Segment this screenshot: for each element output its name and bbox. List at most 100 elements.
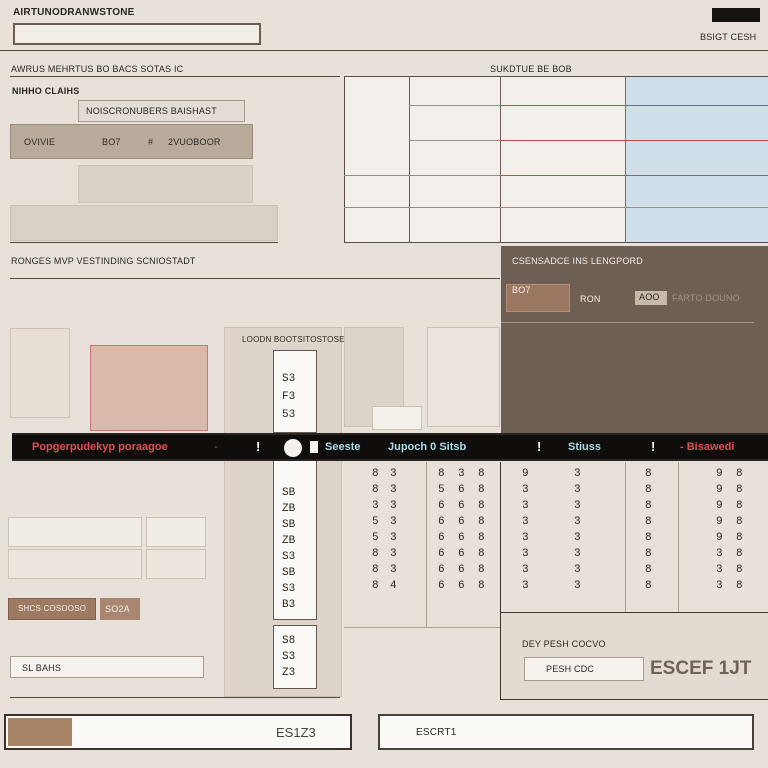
table-cell: 9 <box>716 516 723 528</box>
app-title: AIRTUNODRANWSTONE <box>13 7 135 18</box>
mid-header-rule <box>10 278 500 279</box>
table-cell: 3 <box>390 532 397 544</box>
table-cell: 9 <box>716 500 723 512</box>
table-col-2: 3 3 3 3 3 3 3 4 <box>390 466 397 594</box>
code-item[interactable]: SB <box>282 517 295 533</box>
table-cell: 3 <box>522 500 529 512</box>
code-item[interactable]: S3 <box>282 370 295 388</box>
code-item[interactable]: S3 <box>282 549 295 565</box>
table-cell: 3 <box>522 564 529 576</box>
table-cell: 8 <box>372 468 379 480</box>
table-col-8: 8 8 8 8 8 8 8 8 <box>645 466 652 594</box>
table-cell: 8 <box>478 500 485 512</box>
table-cell: 8 <box>478 564 485 576</box>
table-cell: 6 <box>458 500 465 512</box>
code-item[interactable]: S3 <box>282 581 295 597</box>
dark-panel-mid: RON <box>580 294 601 304</box>
left-row-col1: OVIVIE <box>24 137 56 147</box>
highlight-section-2[interactable]: Jupoch 0 Sitsb <box>388 441 466 453</box>
left-row-col3: # <box>148 137 154 147</box>
search-input[interactable] <box>13 23 261 45</box>
table-cell: 4 <box>390 580 397 592</box>
lower-right-label: DEY PESH COCVO <box>522 639 606 649</box>
record-dot-icon[interactable] <box>284 439 302 457</box>
table-cell: 8 <box>736 516 743 528</box>
table-cell: 9 <box>522 468 529 480</box>
highlight-section-1[interactable]: Seeste <box>325 441 360 453</box>
table-col-1: 8 8 3 5 5 8 8 8 <box>372 466 379 594</box>
table-cell: 8 <box>736 500 743 512</box>
code-item[interactable]: Z3 <box>282 665 295 681</box>
table-cell: 3 <box>390 468 397 480</box>
table-cell: 6 <box>458 516 465 528</box>
lower-right-side-text: ESCEF 1JT <box>650 658 752 679</box>
table-col-10: 8 8 8 8 8 8 8 8 <box>736 466 743 594</box>
table-cell: 5 <box>372 532 379 544</box>
table-cell: 3 <box>458 468 465 480</box>
code-item[interactable]: 53 <box>282 406 295 424</box>
dark-panel <box>501 246 768 438</box>
top-grid-hline-6 <box>500 175 768 176</box>
left-panel-top-rule <box>10 76 340 77</box>
table-cell: 8 <box>372 484 379 496</box>
top-grid-vline-3 <box>625 76 626 243</box>
table-cell: 3 <box>372 500 379 512</box>
table-bottom-rule <box>344 627 500 628</box>
code-item[interactable]: B3 <box>282 597 295 613</box>
table-cell: 3 <box>574 468 581 480</box>
code-item[interactable]: SB <box>282 565 295 581</box>
header-black-block[interactable] <box>712 8 760 22</box>
table-cell: 8 <box>478 548 485 560</box>
table-cell: 6 <box>438 532 445 544</box>
table-cell: 8 <box>478 484 485 496</box>
dark-panel-tag-text: FARTO DOUNO <box>672 293 740 303</box>
code-item[interactable]: ZB <box>282 533 295 549</box>
table-cell: 3 <box>716 548 723 560</box>
highlight-section-3[interactable]: Stiuss <box>568 441 601 453</box>
table-cell: 3 <box>716 580 723 592</box>
code-list-top-items: S3 F3 53 <box>282 370 295 424</box>
code-item[interactable]: F3 <box>282 388 295 406</box>
left-row-col4: 2VUOBOOR <box>168 137 221 147</box>
code-item[interactable]: S8 <box>282 633 295 649</box>
lower-left-rule <box>10 697 340 698</box>
table-cell: 8 <box>645 564 652 576</box>
table-cell: 8 <box>736 564 743 576</box>
highlight-dash: - <box>214 441 218 453</box>
top-grid-blue-area <box>625 77 768 242</box>
table-cell: 6 <box>458 548 465 560</box>
table-cell: 8 <box>372 564 379 576</box>
code-list-last-items: S8 S3 Z3 <box>282 633 295 681</box>
dark-panel-rule <box>501 322 754 323</box>
table-cell: 3 <box>574 564 581 576</box>
top-grid-hline-2 <box>500 105 768 106</box>
lower-left-button-label: SHCS COSOOSO <box>18 604 87 613</box>
lower-right-panel <box>501 612 768 700</box>
code-list-bottom-items: SB ZB SB ZB S3 SB S3 B3 <box>282 485 295 613</box>
lower-left-tag-label: SO2A <box>105 604 130 614</box>
table-col-9: 9 9 9 9 9 3 3 3 <box>716 466 723 594</box>
table-cell: 3 <box>390 548 397 560</box>
table-cell: 3 <box>390 484 397 496</box>
table-cell: 3 <box>574 548 581 560</box>
table-cell: 5 <box>438 484 445 496</box>
table-divider-4 <box>678 462 679 612</box>
table-cell: 8 <box>736 484 743 496</box>
top-grid-hline-7 <box>344 207 768 208</box>
code-item[interactable]: SB <box>282 485 295 501</box>
subheader-right: SUKDTUE BE BOB <box>490 64 572 74</box>
table-cell: 8 <box>736 548 743 560</box>
table-cell: 3 <box>522 532 529 544</box>
table-cell: 6 <box>438 500 445 512</box>
code-item[interactable]: S3 <box>282 649 295 665</box>
table-col-7: 3 3 3 3 3 3 3 3 <box>574 466 581 594</box>
subheader-left: AWRUS MEHRTUS BO BACS SOTAS IC <box>11 64 184 74</box>
ghost-image-left <box>10 328 70 418</box>
table-cell: 8 <box>645 580 652 592</box>
lower-left-ghost-4 <box>146 549 206 579</box>
code-item[interactable]: ZB <box>282 501 295 517</box>
lower-left-ghost-2 <box>146 517 206 547</box>
ghost-image-red <box>90 345 208 431</box>
top-grid-hline-4 <box>500 140 768 141</box>
table-cell: 8 <box>645 516 652 528</box>
